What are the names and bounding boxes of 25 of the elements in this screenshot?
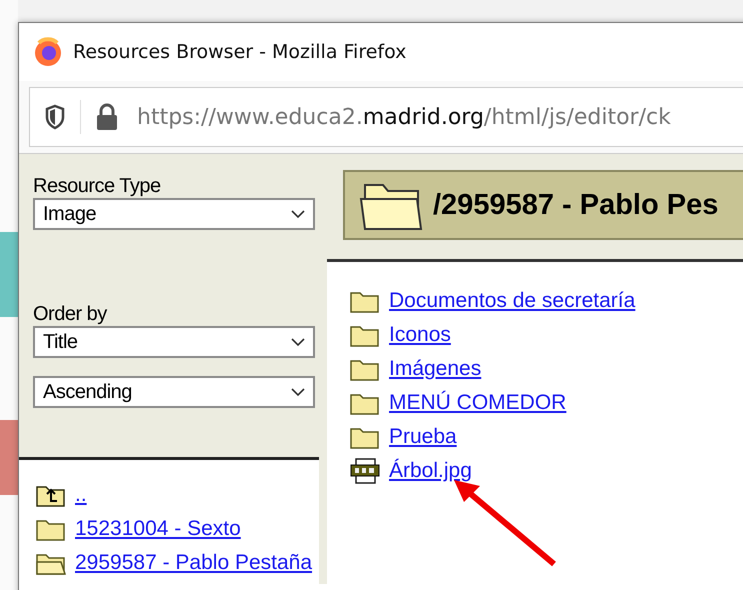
folder-link[interactable]: 15231004 - Sexto: [75, 517, 241, 541]
url-text: https://www.educa2.madrid.org/html/js/editor/ck: [137, 104, 671, 130]
field-label: Order by: [33, 302, 108, 326]
dropdown[interactable]: Ascending: [33, 376, 315, 408]
folder-link[interactable]: Imágenes: [389, 357, 482, 381]
image-file-icon: [349, 458, 381, 484]
folder-link[interactable]: 2959587 - Pablo Pestaña: [75, 551, 312, 575]
chevron-down-icon: [291, 338, 305, 346]
dropdown[interactable]: Title: [33, 326, 315, 358]
dropdown[interactable]: Image: [33, 198, 315, 230]
address-bar[interactable]: https://www.educa2.madrid.org/html/js/editor/ck: [29, 87, 743, 147]
file-link[interactable]: Árbol.jpg: [389, 459, 472, 483]
lock-icon: [95, 103, 119, 131]
window-title: Resources Browser - Mozilla Firefox: [73, 41, 406, 63]
shield-icon: [44, 104, 66, 130]
folder-link[interactable]: Iconos: [389, 323, 451, 347]
chevron-down-icon: [291, 210, 305, 218]
folder-link[interactable]: ..: [75, 483, 87, 507]
browser-logo-icon: [33, 37, 63, 67]
chevron-down-icon: [291, 388, 305, 396]
folder-path: /2959587 - Pablo Pes: [433, 188, 718, 222]
field-label: Resource Type: [33, 174, 162, 198]
folder-link[interactable]: MENÚ COMEDOR: [389, 391, 566, 415]
folder-link[interactable]: Documentos de secretaría: [389, 289, 636, 313]
folder-link[interactable]: Prueba: [389, 425, 457, 449]
